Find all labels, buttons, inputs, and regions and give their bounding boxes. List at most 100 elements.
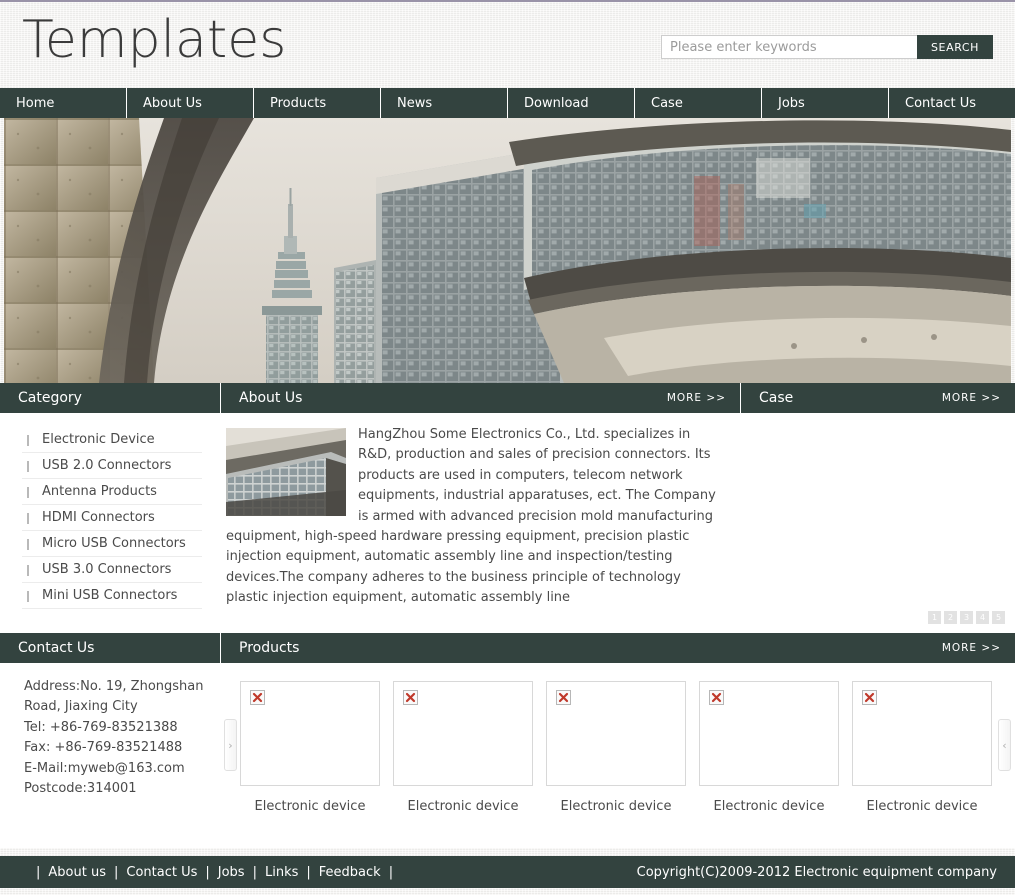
contact-postcode: Postcode:314001 (24, 781, 137, 797)
footer-separator: | (36, 864, 41, 880)
about-panel-header: About Us MORE >> (220, 383, 740, 413)
case-page-3[interactable]: 3 (960, 611, 973, 624)
category-item-electronic-device[interactable]: Electronic Device (22, 427, 202, 453)
red-x-icon (405, 692, 416, 703)
products-prev-arrow-icon[interactable]: › (224, 719, 237, 771)
footer-separator: | (306, 864, 311, 880)
products-more-link[interactable]: MORE >> (942, 642, 1001, 654)
about-title: About Us (239, 390, 303, 406)
broken-image-icon (709, 690, 724, 705)
case-page-5[interactable]: 5 (992, 611, 1005, 624)
product-label: Electronic device (866, 799, 978, 814)
site-logo: Templates (22, 10, 287, 70)
product-label: Electronic device (713, 799, 825, 814)
main-navigation: Home About Us Products News Download Cas… (0, 88, 1015, 118)
red-x-icon (864, 692, 875, 703)
footer-link-jobs[interactable]: Jobs (218, 865, 245, 880)
case-page-4[interactable]: 4 (976, 611, 989, 624)
case-panel-header: Case MORE >> (740, 383, 1015, 413)
about-panel: About Us MORE >> HangZhou Some Electroni… (220, 383, 740, 633)
contact-panel-header: Contact Us (0, 633, 220, 663)
product-thumbnail-frame (699, 681, 839, 786)
about-body: HangZhou Some Electronics Co., Ltd. spec… (220, 413, 740, 633)
about-thumbnail-illustration (226, 428, 346, 516)
broken-image-icon (556, 690, 571, 705)
about-thumbnail-image (226, 428, 346, 516)
search-button[interactable]: SEARCH (917, 35, 993, 59)
category-item-usb-3-0-connectors[interactable]: USB 3.0 Connectors (22, 557, 202, 583)
broken-image-icon (403, 690, 418, 705)
contact-body: Address:No. 19, Zhongshan Road, Jiaxing … (0, 663, 220, 848)
case-page-1[interactable]: 1 (928, 611, 941, 624)
nav-item-contact-us[interactable]: Contact Us (889, 88, 1015, 118)
products-title: Products (239, 640, 300, 656)
search-input[interactable] (661, 35, 917, 59)
product-card[interactable]: Electronic device (393, 681, 533, 814)
product-thumbnail-frame (240, 681, 380, 786)
content-row-primary: Category Electronic Device USB 2.0 Conne… (0, 383, 1015, 633)
red-x-icon (711, 692, 722, 703)
case-body: 1 2 3 4 5 (740, 413, 1015, 633)
nav-item-case[interactable]: Case (635, 88, 762, 118)
site-footer: | About us | Contact Us | Jobs | Links |… (0, 856, 1015, 888)
case-page-2[interactable]: 2 (944, 611, 957, 624)
footer-separator: | (113, 864, 119, 880)
broken-image-icon (250, 690, 265, 705)
contact-fax: Fax: +86-769-83521488 (24, 740, 183, 756)
category-item-hdmi-connectors[interactable]: HDMI Connectors (22, 505, 202, 531)
broken-image-icon (862, 690, 877, 705)
site-header: Templates SEARCH (0, 2, 1015, 88)
nav-item-jobs[interactable]: Jobs (762, 88, 889, 118)
contact-email: E-Mail:myweb@163.com (24, 760, 185, 776)
footer-link-feedback[interactable]: Feedback (319, 865, 381, 880)
nav-item-about-us[interactable]: About Us (127, 88, 254, 118)
red-x-icon (558, 692, 569, 703)
case-pagination: 1 2 3 4 5 (928, 611, 1005, 624)
case-more-link[interactable]: MORE >> (942, 392, 1001, 404)
product-thumbnail-frame (393, 681, 533, 786)
case-panel: Case MORE >> 1 2 3 4 5 (740, 383, 1015, 633)
products-track: Electronic device Electronic device Elec… (220, 681, 1015, 814)
products-panel-header: Products MORE >> (220, 633, 1015, 663)
nav-item-products[interactable]: Products (254, 88, 381, 118)
contact-address-line-1: Address:No. 19, Zhongshan (24, 679, 204, 694)
product-card[interactable]: Electronic device (546, 681, 686, 814)
nav-item-news[interactable]: News (381, 88, 508, 118)
category-panel: Category Electronic Device USB 2.0 Conne… (0, 383, 220, 633)
product-card[interactable]: Electronic device (852, 681, 992, 814)
product-card[interactable]: Electronic device (240, 681, 380, 814)
footer-copyright: Copyright(C)2009-2012 Electronic equipme… (636, 864, 997, 880)
search-box: SEARCH (661, 35, 993, 59)
category-panel-header: Category (0, 383, 220, 413)
category-title: Category (18, 390, 82, 406)
red-x-icon (252, 692, 263, 703)
product-card[interactable]: Electronic device (699, 681, 839, 814)
category-item-antenna-products[interactable]: Antenna Products (22, 479, 202, 505)
banner-image (4, 118, 1011, 383)
product-thumbnail-frame (546, 681, 686, 786)
contact-panel: Contact Us Address:No. 19, Zhongshan Roa… (0, 633, 220, 848)
footer-separator: | (205, 864, 210, 880)
product-label: Electronic device (254, 799, 366, 814)
about-more-link[interactable]: MORE >> (667, 392, 726, 404)
footer-link-contact-us[interactable]: Contact Us (126, 865, 197, 880)
products-next-arrow-icon[interactable]: ‹ (998, 719, 1011, 771)
product-label: Electronic device (407, 799, 519, 814)
footer-link-links[interactable]: Links (265, 865, 298, 880)
contact-tel: Tel: +86-769-83521388 (24, 719, 178, 735)
category-item-mini-usb-connectors[interactable]: Mini USB Connectors (22, 583, 202, 609)
footer-link-about-us[interactable]: About us (48, 865, 106, 880)
banner-photo-illustration (4, 118, 1011, 383)
product-thumbnail-frame (852, 681, 992, 786)
nav-item-download[interactable]: Download (508, 88, 635, 118)
case-title: Case (759, 390, 794, 406)
products-panel: Products MORE >> › Electronic device Ele… (220, 633, 1015, 848)
contact-title: Contact Us (18, 640, 95, 656)
content-row-secondary: Contact Us Address:No. 19, Zhongshan Roa… (0, 633, 1015, 848)
products-carousel: › Electronic device Electronic device El… (220, 663, 1015, 848)
category-item-micro-usb-connectors[interactable]: Micro USB Connectors (22, 531, 202, 557)
category-item-usb-2-0-connectors[interactable]: USB 2.0 Connectors (22, 453, 202, 479)
category-list: Electronic Device USB 2.0 Connectors Ant… (0, 413, 220, 633)
nav-item-home[interactable]: Home (0, 88, 127, 118)
product-label: Electronic device (560, 799, 672, 814)
